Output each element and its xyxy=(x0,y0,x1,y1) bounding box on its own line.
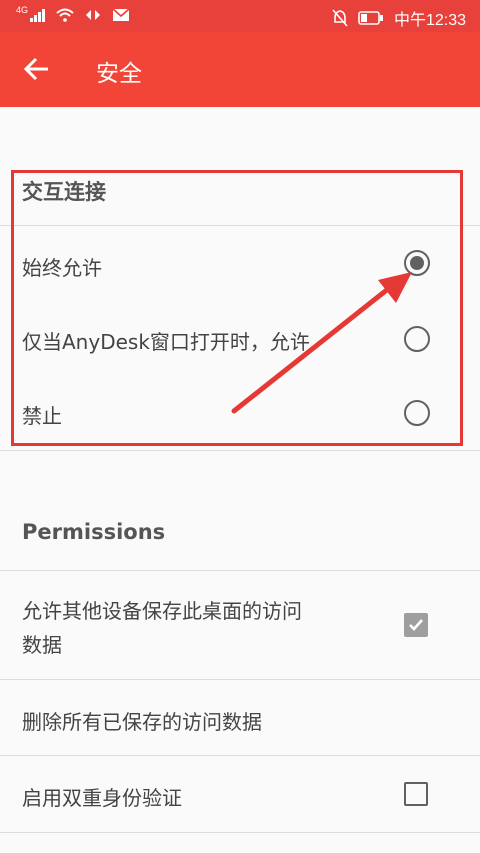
permission-save-access-data[interactable]: 允许其他设备保存此桌面的访问 数据 xyxy=(0,571,480,678)
option-label: 仅当AnyDesk窗口打开时，允许 xyxy=(22,330,310,354)
permission-label-line2: 数据 xyxy=(22,633,62,657)
permission-label: 删除所有已保存的访问数据 xyxy=(22,710,262,734)
radio-button[interactable] xyxy=(404,326,430,352)
option-always-allow[interactable]: 始终允许 xyxy=(0,226,480,298)
option-label: 禁止 xyxy=(22,404,62,428)
permission-label-line1: 允许其他设备保存此桌面的访问 xyxy=(22,599,302,623)
divider xyxy=(0,450,480,451)
permission-two-factor[interactable]: 启用双重身份验证 xyxy=(0,756,480,832)
battery-icon xyxy=(358,11,383,25)
arrow-left-icon xyxy=(23,57,48,81)
signal-icon xyxy=(30,9,46,22)
checkbox-checked[interactable] xyxy=(404,613,428,637)
clock: 中午12:33 xyxy=(393,12,466,29)
check-icon xyxy=(409,619,423,631)
page-title: 安全 xyxy=(96,61,142,87)
status-left: 4G xyxy=(16,5,130,22)
permission-label: 启用双重身份验证 xyxy=(22,786,182,810)
radio-button[interactable] xyxy=(404,400,430,426)
data-transfer-icon xyxy=(86,10,101,20)
option-label: 始终允许 xyxy=(22,256,102,280)
option-deny[interactable]: 禁止 xyxy=(0,376,480,450)
permission-delete-access-data[interactable]: 删除所有已保存的访问数据 xyxy=(0,680,480,755)
option-allow-when-open[interactable]: 仅当AnyDesk窗口打开时，允许 xyxy=(0,300,480,374)
bell-muted-icon xyxy=(332,9,348,27)
app-bar: 安全 xyxy=(0,32,480,107)
checkbox[interactable] xyxy=(404,782,428,806)
section-header-permissions: Permissions xyxy=(22,520,166,544)
radio-button-selected[interactable] xyxy=(404,250,430,276)
section-header-interaction: 交互连接 xyxy=(22,180,106,204)
mail-icon xyxy=(112,8,130,21)
wifi-icon xyxy=(56,8,74,22)
back-button[interactable] xyxy=(22,54,52,84)
status-right: 中午12:33 xyxy=(332,6,466,30)
divider xyxy=(0,832,480,833)
status-bar: 4G 中午12:33 xyxy=(0,0,480,32)
network-label: 4G xyxy=(16,5,29,15)
